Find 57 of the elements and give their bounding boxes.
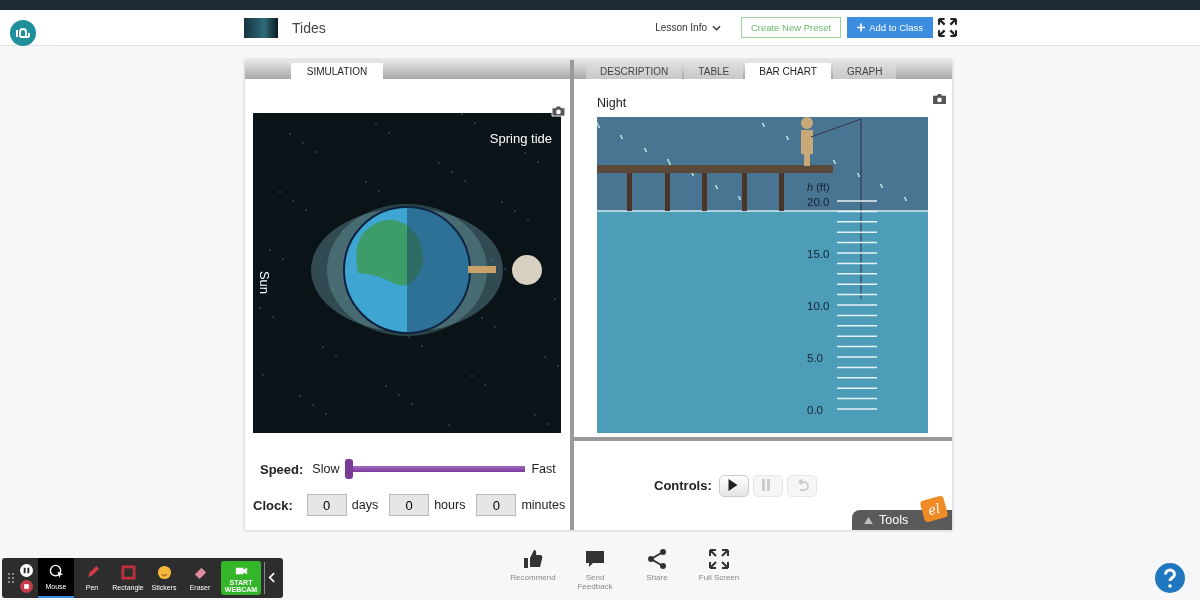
- tab[interactable]: SIMULATION: [291, 63, 383, 79]
- tab[interactable]: BAR CHART: [745, 63, 831, 79]
- caret-icon: [712, 24, 721, 31]
- fast-label: Fast: [531, 462, 556, 476]
- help-icon: [1155, 563, 1185, 593]
- action-button[interactable]: Full Screen: [691, 549, 747, 592]
- clock-field[interactable]: 0: [389, 494, 430, 516]
- plus-icon: [857, 23, 866, 32]
- night-label: Night: [597, 96, 627, 110]
- smiley-icon: [156, 565, 172, 580]
- tab[interactable]: TABLE: [684, 63, 744, 79]
- cursor-icon: [48, 564, 64, 579]
- lesson-title: Tides: [292, 19, 326, 36]
- clock-field[interactable]: 0: [476, 494, 517, 516]
- slider-thumb[interactable]: [345, 459, 354, 479]
- chat-icon: [585, 549, 605, 569]
- tick-label: 10.0: [807, 300, 830, 312]
- unit-label: days: [351, 498, 379, 512]
- pause-icon[interactable]: [20, 563, 33, 577]
- tick-label: 20.0: [807, 196, 830, 208]
- fullscreen-icon[interactable]: [938, 18, 957, 37]
- lesson-info-dropdown[interactable]: Lesson Info: [655, 22, 721, 33]
- play-button[interactable]: [718, 474, 749, 497]
- unit-label: minutes: [521, 498, 566, 512]
- action-button[interactable]: Recommend: [505, 549, 561, 592]
- axis-label: h (ft): [807, 181, 830, 193]
- action-button[interactable]: Share: [629, 549, 685, 592]
- action-button[interactable]: Send Feedback: [567, 549, 623, 592]
- unit-label: hours: [434, 498, 466, 512]
- drag-handle-icon[interactable]: [8, 573, 14, 583]
- eraser-icon: [192, 565, 208, 580]
- triangle-icon: [864, 516, 873, 524]
- thumbnail-image: [244, 17, 278, 38]
- tick-label: 0.0: [807, 404, 823, 416]
- logo-icon[interactable]: [10, 19, 36, 46]
- fullscreen-icon: [709, 549, 729, 569]
- tab[interactable]: DESCRIPTION: [586, 63, 683, 79]
- sun-label: Sun: [257, 270, 273, 295]
- stop-icon[interactable]: [20, 579, 33, 593]
- tide-label: Spring tide: [489, 131, 552, 146]
- moon-icon: [512, 255, 542, 285]
- tick-label: 15.0: [807, 248, 830, 260]
- chevron-icon: [268, 571, 275, 583]
- help-button[interactable]: [1155, 563, 1185, 593]
- controls-label: Controls:: [654, 478, 712, 493]
- clock-field[interactable]: 0: [306, 494, 347, 516]
- tick-label: 5.0: [807, 352, 823, 364]
- thumbs-up-icon: [523, 549, 543, 569]
- collapse-button[interactable]: [264, 562, 275, 594]
- slow-label: Slow: [312, 462, 340, 476]
- rectangle-icon: [120, 565, 136, 580]
- clock-label: Clock:: [253, 497, 293, 513]
- speed-label: Speed:: [260, 461, 304, 477]
- camera-icon[interactable]: [551, 105, 566, 117]
- tab[interactable]: GRAPH: [832, 63, 897, 79]
- share-icon: [647, 549, 667, 569]
- camera-icon[interactable]: [932, 93, 947, 105]
